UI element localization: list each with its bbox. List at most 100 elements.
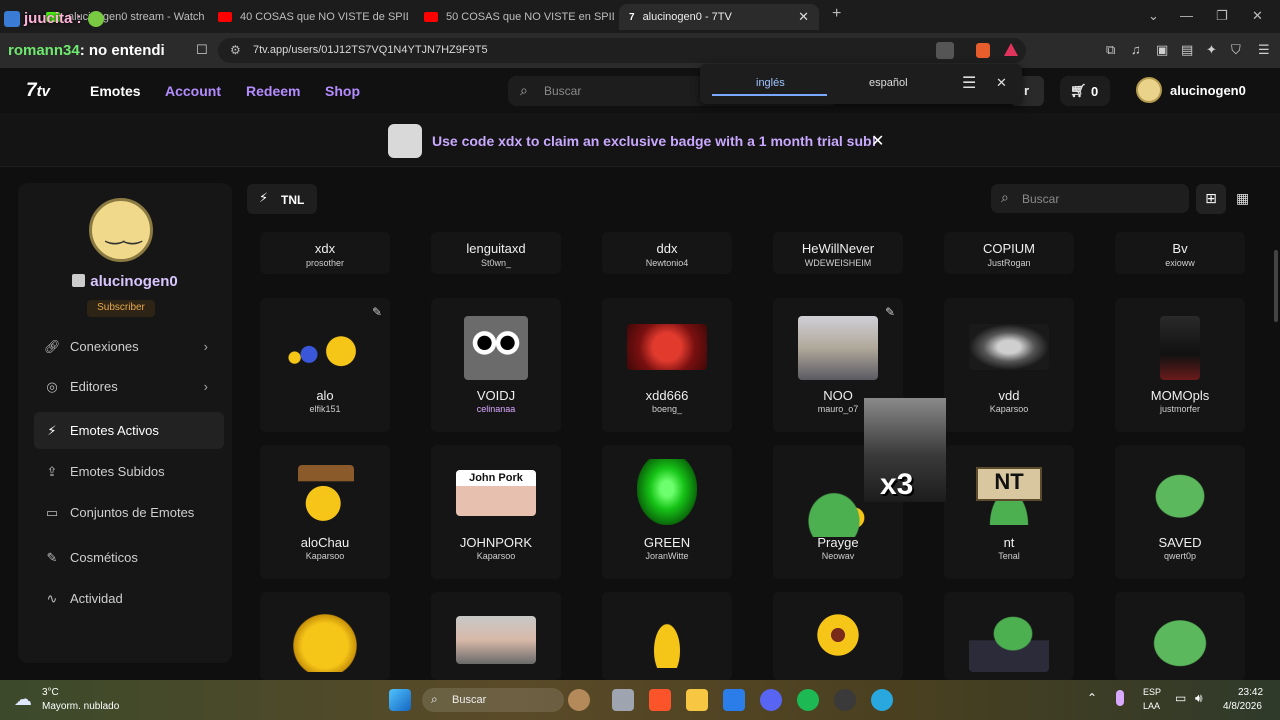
header-username[interactable]: alucinogen0 (1170, 83, 1246, 98)
page-scrollbar[interactable] (1274, 250, 1278, 322)
emote-card[interactable]: John Pork JOHNPORK Kaparsoo (431, 445, 561, 579)
edit-pencil-icon[interactable]: ✎ (885, 305, 895, 319)
discord-icon[interactable] (760, 689, 782, 711)
emote-card[interactable]: MOMOpls justmorfer (1115, 298, 1245, 432)
sidebar-item-cosmeticos[interactable]: ✎ Cosméticos (34, 539, 224, 576)
brave-shield-icon[interactable] (976, 43, 990, 58)
nav-emotes[interactable]: Emotes (90, 83, 141, 99)
sidebar-item-emotes-activos[interactable]: ⚡︎ Emotes Activos (34, 412, 224, 449)
profile-sidebar: ‿‿ alucinogen0 Subscriber 🔗︎ Conexiones › … (18, 183, 232, 663)
nav-account[interactable]: Account (165, 83, 221, 99)
file-explorer-icon[interactable] (686, 689, 708, 711)
close-window-icon[interactable]: ✕ (1252, 8, 1263, 24)
edit-pencil-icon[interactable]: ✎ (372, 305, 382, 319)
avatar[interactable] (1136, 77, 1162, 103)
weather-icon[interactable]: ☁ (14, 689, 32, 710)
taskbar-search[interactable]: ⌕ Buscar (422, 688, 564, 712)
brush-icon: ✎ (46, 549, 58, 565)
volume-icon[interactable]: 🔊︎ (1195, 691, 1203, 706)
emote-card[interactable]: xdx prosother (260, 232, 390, 274)
site-info-icon[interactable]: ⚙ (230, 43, 241, 57)
emote-card[interactable]: ddx Newtonio4 (602, 232, 732, 274)
new-tab-button[interactable]: + (832, 5, 841, 23)
emote-card[interactable]: Bv exioww (1115, 232, 1245, 274)
browser-tab-active[interactable]: 7 alucinogen0 - 7TV ✕ (619, 4, 819, 30)
sidebar-toggle-icon[interactable]: ▣ (1156, 42, 1168, 58)
emote-card[interactable]: vdd Kaparsoo (944, 298, 1074, 432)
widgets-icon[interactable] (568, 689, 590, 711)
emote-card[interactable]: NT nt Tenal (944, 445, 1074, 579)
menu-icon[interactable]: ☰ (1258, 42, 1270, 58)
cart-button[interactable]: 🛒︎ 0 (1060, 76, 1110, 106)
emote-image (627, 324, 707, 370)
brave-browser-icon[interactable] (649, 689, 671, 711)
sidebar-item-conjuntos[interactable]: ▭ Conjuntos de Emotes (34, 494, 224, 531)
task-view-icon[interactable] (612, 689, 634, 711)
overlay-emote: x3 (864, 398, 946, 502)
grid-view-icon[interactable]: ⊞ (1196, 184, 1226, 214)
sidebar-item-conexiones[interactable]: 🔗︎ Conexiones › (34, 328, 224, 365)
lightning-icon: ⚡︎ (259, 190, 269, 205)
7tv-logo-icon[interactable]: 7tv (26, 80, 50, 102)
close-banner-icon[interactable]: ✕ (871, 131, 884, 151)
emote-card[interactable]: COPIUM JustRogan (944, 232, 1074, 274)
chevron-up-icon[interactable]: ⌃ (1087, 691, 1097, 705)
emote-card[interactable]: GREEN JoranWitte (602, 445, 732, 579)
close-icon[interactable]: ✕ (996, 75, 1007, 91)
store-icon[interactable] (723, 689, 745, 711)
emote-image (1160, 316, 1200, 380)
search-icon: ⌕ (520, 82, 528, 98)
emote-card[interactable] (1115, 592, 1245, 680)
sidebar-item-actividad[interactable]: ∿ Actividad (34, 580, 224, 617)
user-circle-icon: ◎ (46, 378, 58, 394)
emote-card[interactable]: xdd666 boeng_ (602, 298, 732, 432)
emote-search-input[interactable]: ⌕ Buscar (991, 184, 1189, 213)
url-field[interactable]: ⚙ 7tv.app/users/01J12TS7VQ1N4YTJN7HZ9F9T… (218, 38, 1026, 63)
maximize-icon[interactable]: ❐ (1216, 8, 1228, 24)
emote-card[interactable] (773, 592, 903, 680)
network-icon[interactable]: ▭ (1175, 691, 1186, 705)
media-icon[interactable]: ♫ (1131, 42, 1141, 57)
emote-card[interactable] (944, 592, 1074, 680)
close-tab-icon[interactable]: ✕ (798, 9, 809, 25)
nav-shop[interactable]: Shop (325, 83, 360, 99)
extensions-icon[interactable]: ⧉ (1106, 42, 1115, 58)
emote-card[interactable]: SAVED qwert0p (1115, 445, 1245, 579)
sidebar-item-editores[interactable]: ◎ Editores › (34, 368, 224, 405)
emote-card[interactable]: VOIDJ celinanaa (431, 298, 561, 432)
translate-menu-icon[interactable]: ☰ (962, 73, 976, 93)
browser-tab[interactable]: 40 COSAS que NO VISTE de SPIDER (208, 4, 408, 30)
emote-card[interactable] (602, 592, 732, 680)
spotify-icon[interactable] (797, 689, 819, 711)
emote-image (798, 316, 878, 380)
emote-set-button[interactable]: ⚡︎ TNL (247, 184, 317, 214)
emote-image (285, 316, 365, 380)
vpn-icon[interactable]: ⛉ (1231, 42, 1241, 58)
mic-icon[interactable] (1116, 690, 1124, 706)
emote-card[interactable]: lenguitaxd St0wn_ (431, 232, 561, 274)
nav-redeem[interactable]: Redeem (246, 83, 300, 99)
emote-card[interactable]: ✎ alo elfik151 (260, 298, 390, 432)
emote-card[interactable]: aloChau Kaparsoo (260, 445, 390, 579)
minimize-icon[interactable]: — (1180, 8, 1193, 23)
site-header: 7tv Emotes Account Redeem Shop ⌕ Buscar … (0, 68, 1280, 113)
emote-card[interactable]: HeWillNever WDEWEISHEIM (773, 232, 903, 274)
brave-rewards-icon[interactable] (1004, 43, 1018, 56)
browser-tab[interactable]: 50 COSAS que NO VISTE en SPIDER (414, 4, 614, 30)
translate-page-icon[interactable] (936, 42, 954, 59)
emote-image (456, 616, 536, 664)
emote-image (969, 608, 1049, 672)
windows-start-icon[interactable] (389, 689, 411, 711)
translate-lang-source[interactable]: inglés (756, 77, 785, 89)
emote-card[interactable] (260, 592, 390, 680)
tab-list-icon[interactable]: ⌄ (1148, 8, 1159, 24)
emote-card[interactable] (431, 592, 561, 680)
wallet-icon[interactable]: ▤ (1181, 42, 1193, 58)
sidebar-item-emotes-subidos[interactable]: ⇪ Emotes Subidos (34, 453, 224, 490)
app-icon[interactable] (871, 689, 893, 711)
translate-lang-target[interactable]: español (869, 77, 908, 89)
bookmark-icon[interactable]: ☐ (196, 42, 208, 58)
leo-ai-icon[interactable]: ✦ (1206, 42, 1217, 58)
compact-view-icon[interactable]: ▦ (1236, 190, 1249, 207)
steam-icon[interactable] (834, 689, 856, 711)
